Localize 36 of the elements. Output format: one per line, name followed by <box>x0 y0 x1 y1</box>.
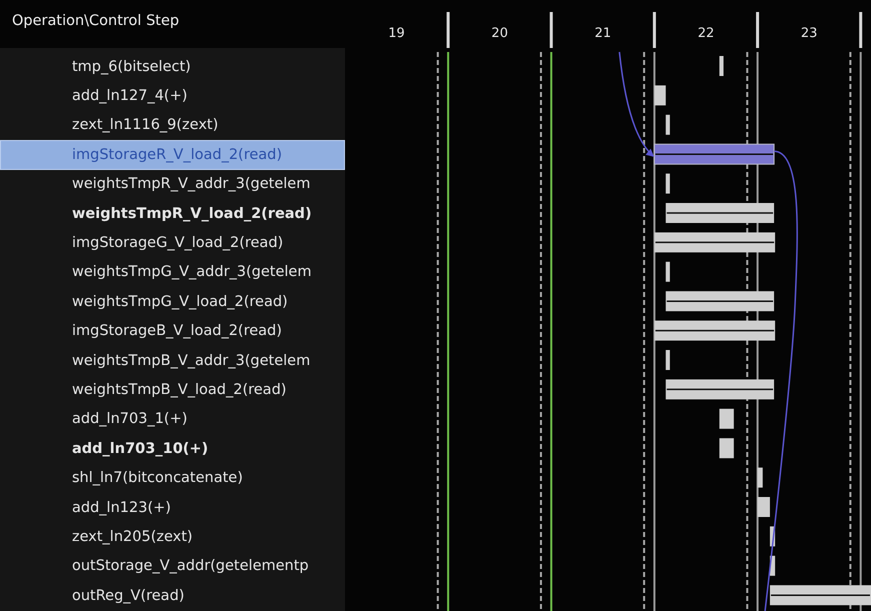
operation-item[interactable]: weightsTmpG_V_load_2(read) <box>0 287 345 317</box>
schedule-bar <box>666 262 670 282</box>
operation-item[interactable]: shl_ln7(bitconcatenate) <box>0 463 345 493</box>
schedule-bar <box>654 85 666 106</box>
operation-item[interactable]: zext_ln1116_9(zext) <box>0 110 345 140</box>
schedule-bar <box>719 408 734 429</box>
operation-item[interactable]: weightsTmpB_V_addr_3(getelem <box>0 346 345 376</box>
operation-item[interactable]: add_ln127_4(+) <box>0 81 345 111</box>
operation-item[interactable]: outStorage_V_addr(getelementp <box>0 552 345 582</box>
schedule-bar <box>666 174 670 194</box>
column-header: Operation\Control Step <box>12 13 180 29</box>
step-label: 23 <box>800 26 818 41</box>
schedule-bar <box>758 497 770 517</box>
operation-item[interactable]: add_ln703_10(+) <box>0 434 345 464</box>
operation-item[interactable]: outReg_V(read) <box>0 581 345 610</box>
step-label: 21 <box>594 26 612 41</box>
operation-item[interactable]: tmp_6(bitselect) <box>0 52 345 82</box>
schedule-bar <box>719 438 734 458</box>
schedule-bar <box>758 468 763 488</box>
schedule-bar <box>719 56 724 76</box>
operation-item[interactable]: imgStorageG_V_load_2(read) <box>0 228 345 258</box>
step-label: 19 <box>388 26 405 41</box>
schedule-bar <box>770 526 776 546</box>
schedule-bar <box>770 556 776 576</box>
operation-item[interactable]: imgStorageB_V_load_2(read) <box>0 316 345 346</box>
operation-item[interactable]: weightsTmpB_V_load_2(read) <box>0 375 345 405</box>
schedule-bar <box>666 114 670 135</box>
schedule-bar <box>666 350 670 370</box>
operation-item[interactable]: weightsTmpR_V_addr_3(getelem <box>0 170 345 199</box>
operation-item[interactable]: weightsTmpR_V_load_2(read) <box>0 198 345 228</box>
operation-item[interactable]: weightsTmpG_V_addr_3(getelem <box>0 258 345 288</box>
step-label: 20 <box>491 26 508 41</box>
operation-item[interactable]: zext_ln205(zext) <box>0 522 345 552</box>
operation-item[interactable]: add_ln123(+) <box>0 492 345 522</box>
step-label: 22 <box>698 26 714 41</box>
operation-item[interactable]: add_ln703_1(+) <box>0 404 345 434</box>
